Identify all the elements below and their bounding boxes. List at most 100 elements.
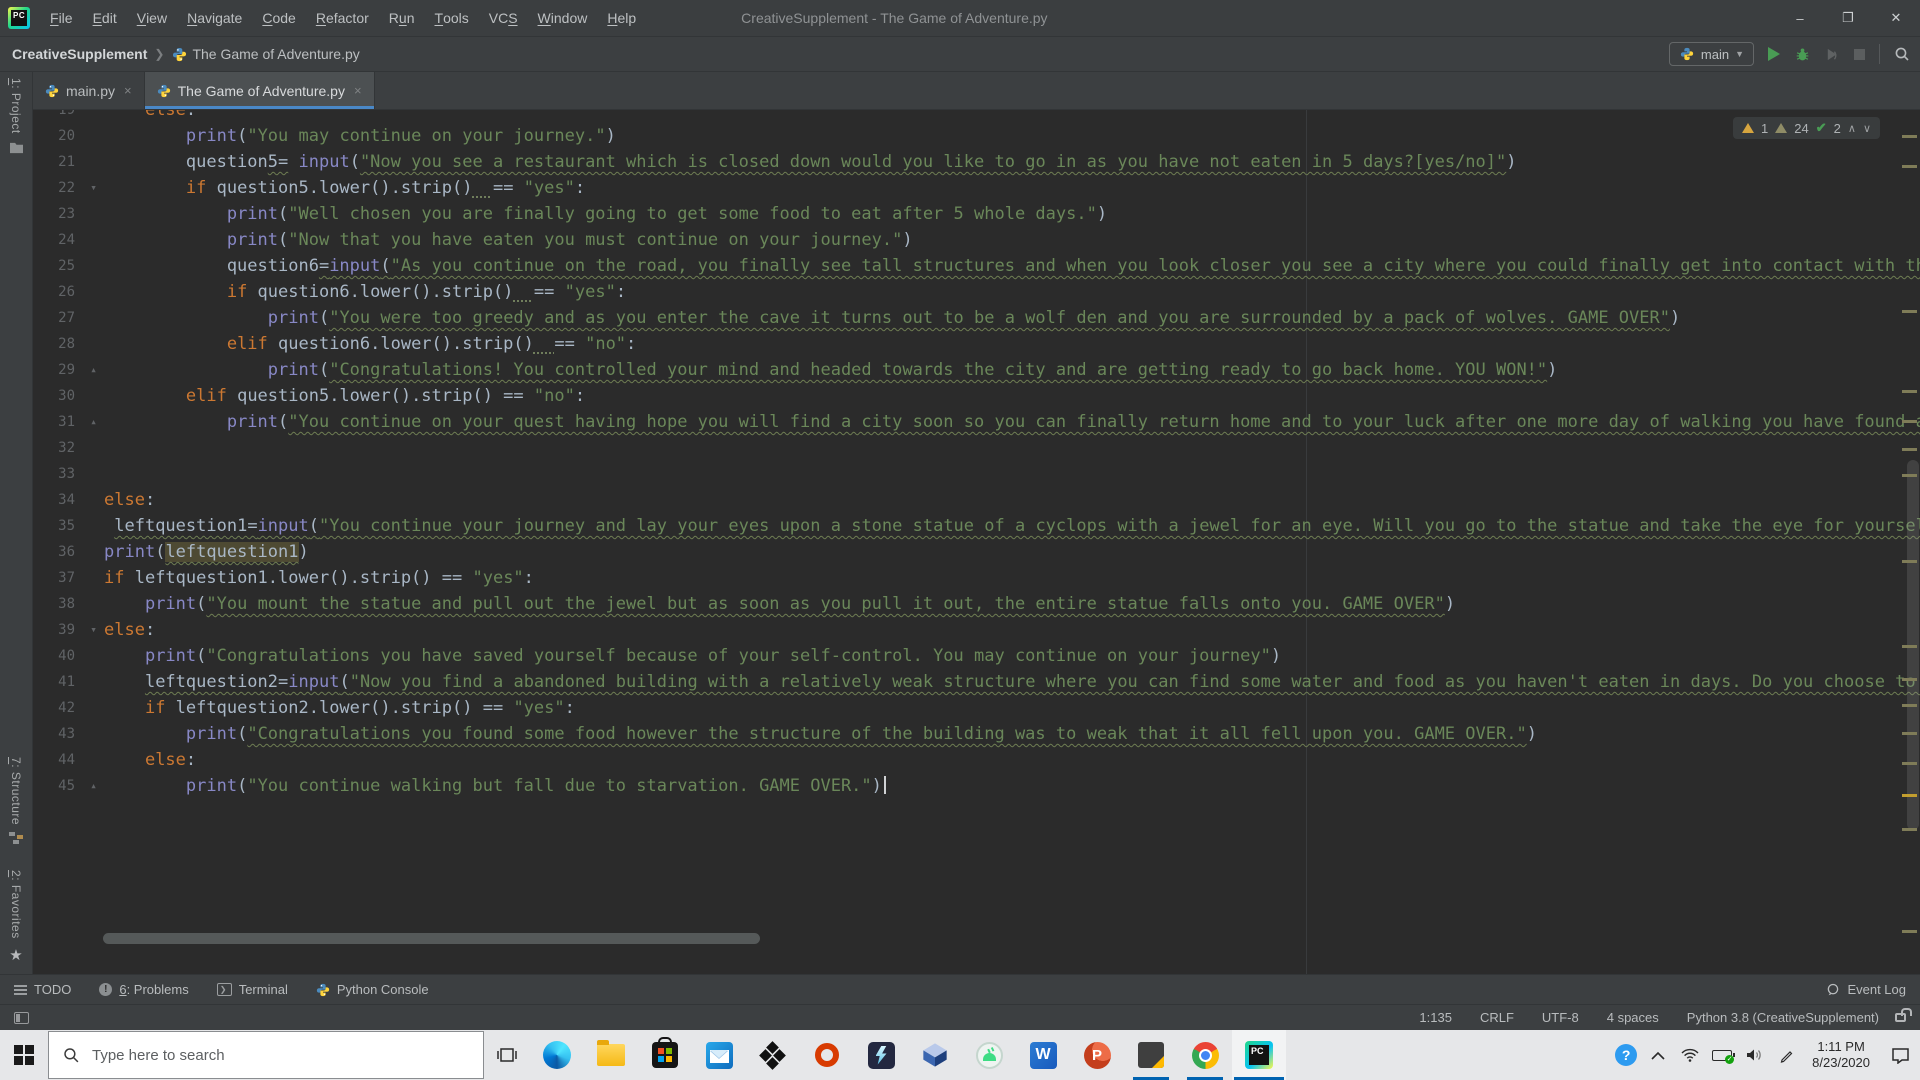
taskbar-clock[interactable]: 1:11 PM 8/23/2020 — [1802, 1039, 1880, 1071]
search-everywhere-icon[interactable] — [1894, 46, 1910, 62]
run-configuration-selector[interactable]: main ▼ — [1668, 42, 1754, 66]
code-line[interactable]: 23 print("Well chosen you are finally go… — [33, 201, 1920, 227]
sidebar-item-structure[interactable]: 7: Structure — [9, 757, 23, 845]
sidebar-item-project[interactable]: 1: Project — [9, 78, 24, 154]
taskbar-edge-icon[interactable] — [530, 1030, 584, 1080]
caret-position[interactable]: 1:135 — [1419, 1010, 1452, 1025]
sidebar-item-favorites[interactable]: 2: Favorites ★ — [9, 870, 23, 964]
code-line[interactable]: 32 — [33, 435, 1920, 461]
tray-chevron-up-icon[interactable] — [1642, 1051, 1674, 1060]
menu-vcs[interactable]: VC S — [479, 0, 528, 36]
menu-navigate[interactable]: Navigate — [177, 0, 252, 36]
code-line[interactable]: 24 print("Now that you have eaten you mu… — [33, 227, 1920, 253]
code-line[interactable]: 22 ▾ if question5.lower().strip() == "yes… — [33, 175, 1920, 201]
close-tab-icon[interactable]: × — [124, 83, 132, 98]
fold-up-icon[interactable]: ▴ — [83, 773, 104, 799]
stop-button[interactable] — [1854, 48, 1865, 60]
line-separator[interactable]: CRLF — [1480, 1010, 1514, 1025]
taskbar-office-icon[interactable] — [800, 1030, 854, 1080]
tool-window-button-problems[interactable]: ! 6: Problems — [99, 982, 189, 997]
code-line[interactable]: 34 else: — [33, 487, 1920, 513]
taskbar-diamond-app-icon[interactable] — [746, 1030, 800, 1080]
indent-style[interactable]: 4 spaces — [1607, 1010, 1659, 1025]
code-line[interactable]: 28 elif question6.lower().strip() == "no… — [33, 331, 1920, 357]
fold-down-icon[interactable]: ▾ — [83, 617, 104, 643]
code-line[interactable]: 40 print("Congratulations you have saved… — [33, 643, 1920, 669]
event-log-button[interactable]: Event Log — [1826, 982, 1906, 997]
breadcrumb-project[interactable]: CreativeSupplement — [12, 46, 147, 62]
file-encoding[interactable]: UTF-8 — [1542, 1010, 1579, 1025]
tool-window-button-python[interactable]: Python Console — [316, 982, 429, 997]
close-tab-icon[interactable]: × — [354, 83, 362, 98]
taskbar-chrome-icon[interactable] — [1178, 1030, 1232, 1080]
fold-up-icon[interactable]: ▴ — [83, 409, 104, 435]
previous-problem-icon[interactable]: ∧ — [1848, 122, 1856, 135]
fold-down-icon[interactable]: ▾ — [83, 175, 104, 201]
code-line[interactable]: 21 question5= input("Now you see a resta… — [33, 149, 1920, 175]
code-area[interactable]: 19 else: 20 print("You may continue on yo… — [33, 110, 1920, 799]
task-view-button[interactable] — [484, 1030, 530, 1080]
menu-tools[interactable]: Tools — [425, 0, 479, 36]
code-line[interactable]: 36 print(leftquestion1) — [33, 539, 1920, 565]
editor-tab[interactable]: The Game of Adventure.py × — [144, 72, 375, 109]
menu-code[interactable]: Code — [252, 0, 305, 36]
maximize-button[interactable]: ❐ — [1824, 0, 1872, 36]
code-line[interactable]: 30 elif question5.lower().strip() == "no… — [33, 383, 1920, 409]
tool-window-button-todo[interactable]: TODO — [14, 982, 71, 997]
code-line[interactable]: 41 leftquestion2=input("Now you find a a… — [33, 669, 1920, 695]
menu-window[interactable]: Window — [528, 0, 598, 36]
taskbar-mail-icon[interactable] — [692, 1030, 746, 1080]
tray-volume-icon[interactable] — [1738, 1048, 1770, 1062]
code-line[interactable]: 33 — [33, 461, 1920, 487]
tray-help-icon[interactable]: ? — [1610, 1044, 1642, 1066]
menu-run[interactable]: Run — [379, 0, 425, 36]
debug-button[interactable] — [1794, 46, 1810, 62]
tray-pen-icon[interactable] — [1770, 1048, 1802, 1063]
code-editor[interactable]: 19 else: 20 print("You may continue on yo… — [33, 110, 1920, 974]
tray-wifi-icon[interactable] — [1674, 1048, 1706, 1062]
menu-file[interactable]: File — [40, 0, 83, 36]
code-line[interactable]: 38 print("You mount the statue and pull … — [33, 591, 1920, 617]
code-line[interactable]: 45 ▴ print("You continue walking but fall… — [33, 773, 1920, 799]
taskbar-file-explorer-icon[interactable] — [584, 1030, 638, 1080]
run-button[interactable] — [1768, 47, 1780, 61]
close-button[interactable]: ✕ — [1872, 0, 1920, 36]
start-button[interactable] — [0, 1030, 48, 1080]
unlocked-padlock-icon[interactable] — [1895, 1008, 1912, 1022]
code-line[interactable]: 25 question6=input("As you continue on t… — [33, 253, 1920, 279]
taskbar-virtualbox-icon[interactable] — [908, 1030, 962, 1080]
code-line[interactable]: 44 else: — [33, 747, 1920, 773]
code-line[interactable]: 42 if leftquestion2.lower().strip() == "… — [33, 695, 1920, 721]
menu-help[interactable]: Help — [597, 0, 646, 36]
editor-tab[interactable]: main.py × — [33, 72, 145, 109]
horizontal-scrollbar[interactable] — [103, 933, 760, 944]
python-interpreter[interactable]: Python 3.8 (CreativeSupplement) — [1687, 1010, 1879, 1025]
menu-refactor[interactable]: Refactor — [306, 0, 379, 36]
code-line[interactable]: 31 ▴ print("You continue on your quest ha… — [33, 409, 1920, 435]
taskbar-powerpoint-icon[interactable]: P — [1070, 1030, 1124, 1080]
minimize-button[interactable]: – — [1776, 0, 1824, 36]
tool-window-toggle-icon[interactable] — [14, 1011, 29, 1024]
taskbar-lightning-app-icon[interactable] — [854, 1030, 908, 1080]
action-center-icon[interactable] — [1880, 1047, 1920, 1064]
inspections-widget[interactable]: 1 24 ✔ 2 ∧ ∨ — [1733, 117, 1880, 139]
tray-battery-icon[interactable]: ✓ — [1706, 1049, 1738, 1064]
code-line[interactable]: 39 ▾ else: — [33, 617, 1920, 643]
taskbar-word-icon[interactable]: W — [1016, 1030, 1070, 1080]
breadcrumb-file[interactable]: The Game of Adventure.py — [192, 46, 359, 62]
code-line[interactable]: 37 if leftquestion1.lower().strip() == "y… — [33, 565, 1920, 591]
taskbar-android-studio-icon[interactable] — [962, 1030, 1016, 1080]
code-line[interactable]: 20 print("You may continue on your journ… — [33, 123, 1920, 149]
taskbar-sticky-notes-icon[interactable] — [1124, 1030, 1178, 1080]
code-line[interactable]: 35 leftquestion1=input("You continue you… — [33, 513, 1920, 539]
tool-window-button-terminal[interactable]: ❯_ Terminal — [216, 982, 288, 1005]
code-line[interactable]: 19 else: — [33, 110, 1920, 123]
taskbar-search-input[interactable]: Type here to search — [48, 1031, 484, 1079]
code-line[interactable]: 29 ▴ print("Congratulations! You controll… — [33, 357, 1920, 383]
taskbar-store-icon[interactable] — [638, 1030, 692, 1080]
next-problem-icon[interactable]: ∨ — [1863, 122, 1871, 135]
menu-view[interactable]: View — [127, 0, 177, 36]
code-line[interactable]: 27 print("You were too greedy and as you… — [33, 305, 1920, 331]
fold-up-icon[interactable]: ▴ — [83, 357, 104, 383]
run-with-coverage-button[interactable] — [1824, 46, 1840, 62]
